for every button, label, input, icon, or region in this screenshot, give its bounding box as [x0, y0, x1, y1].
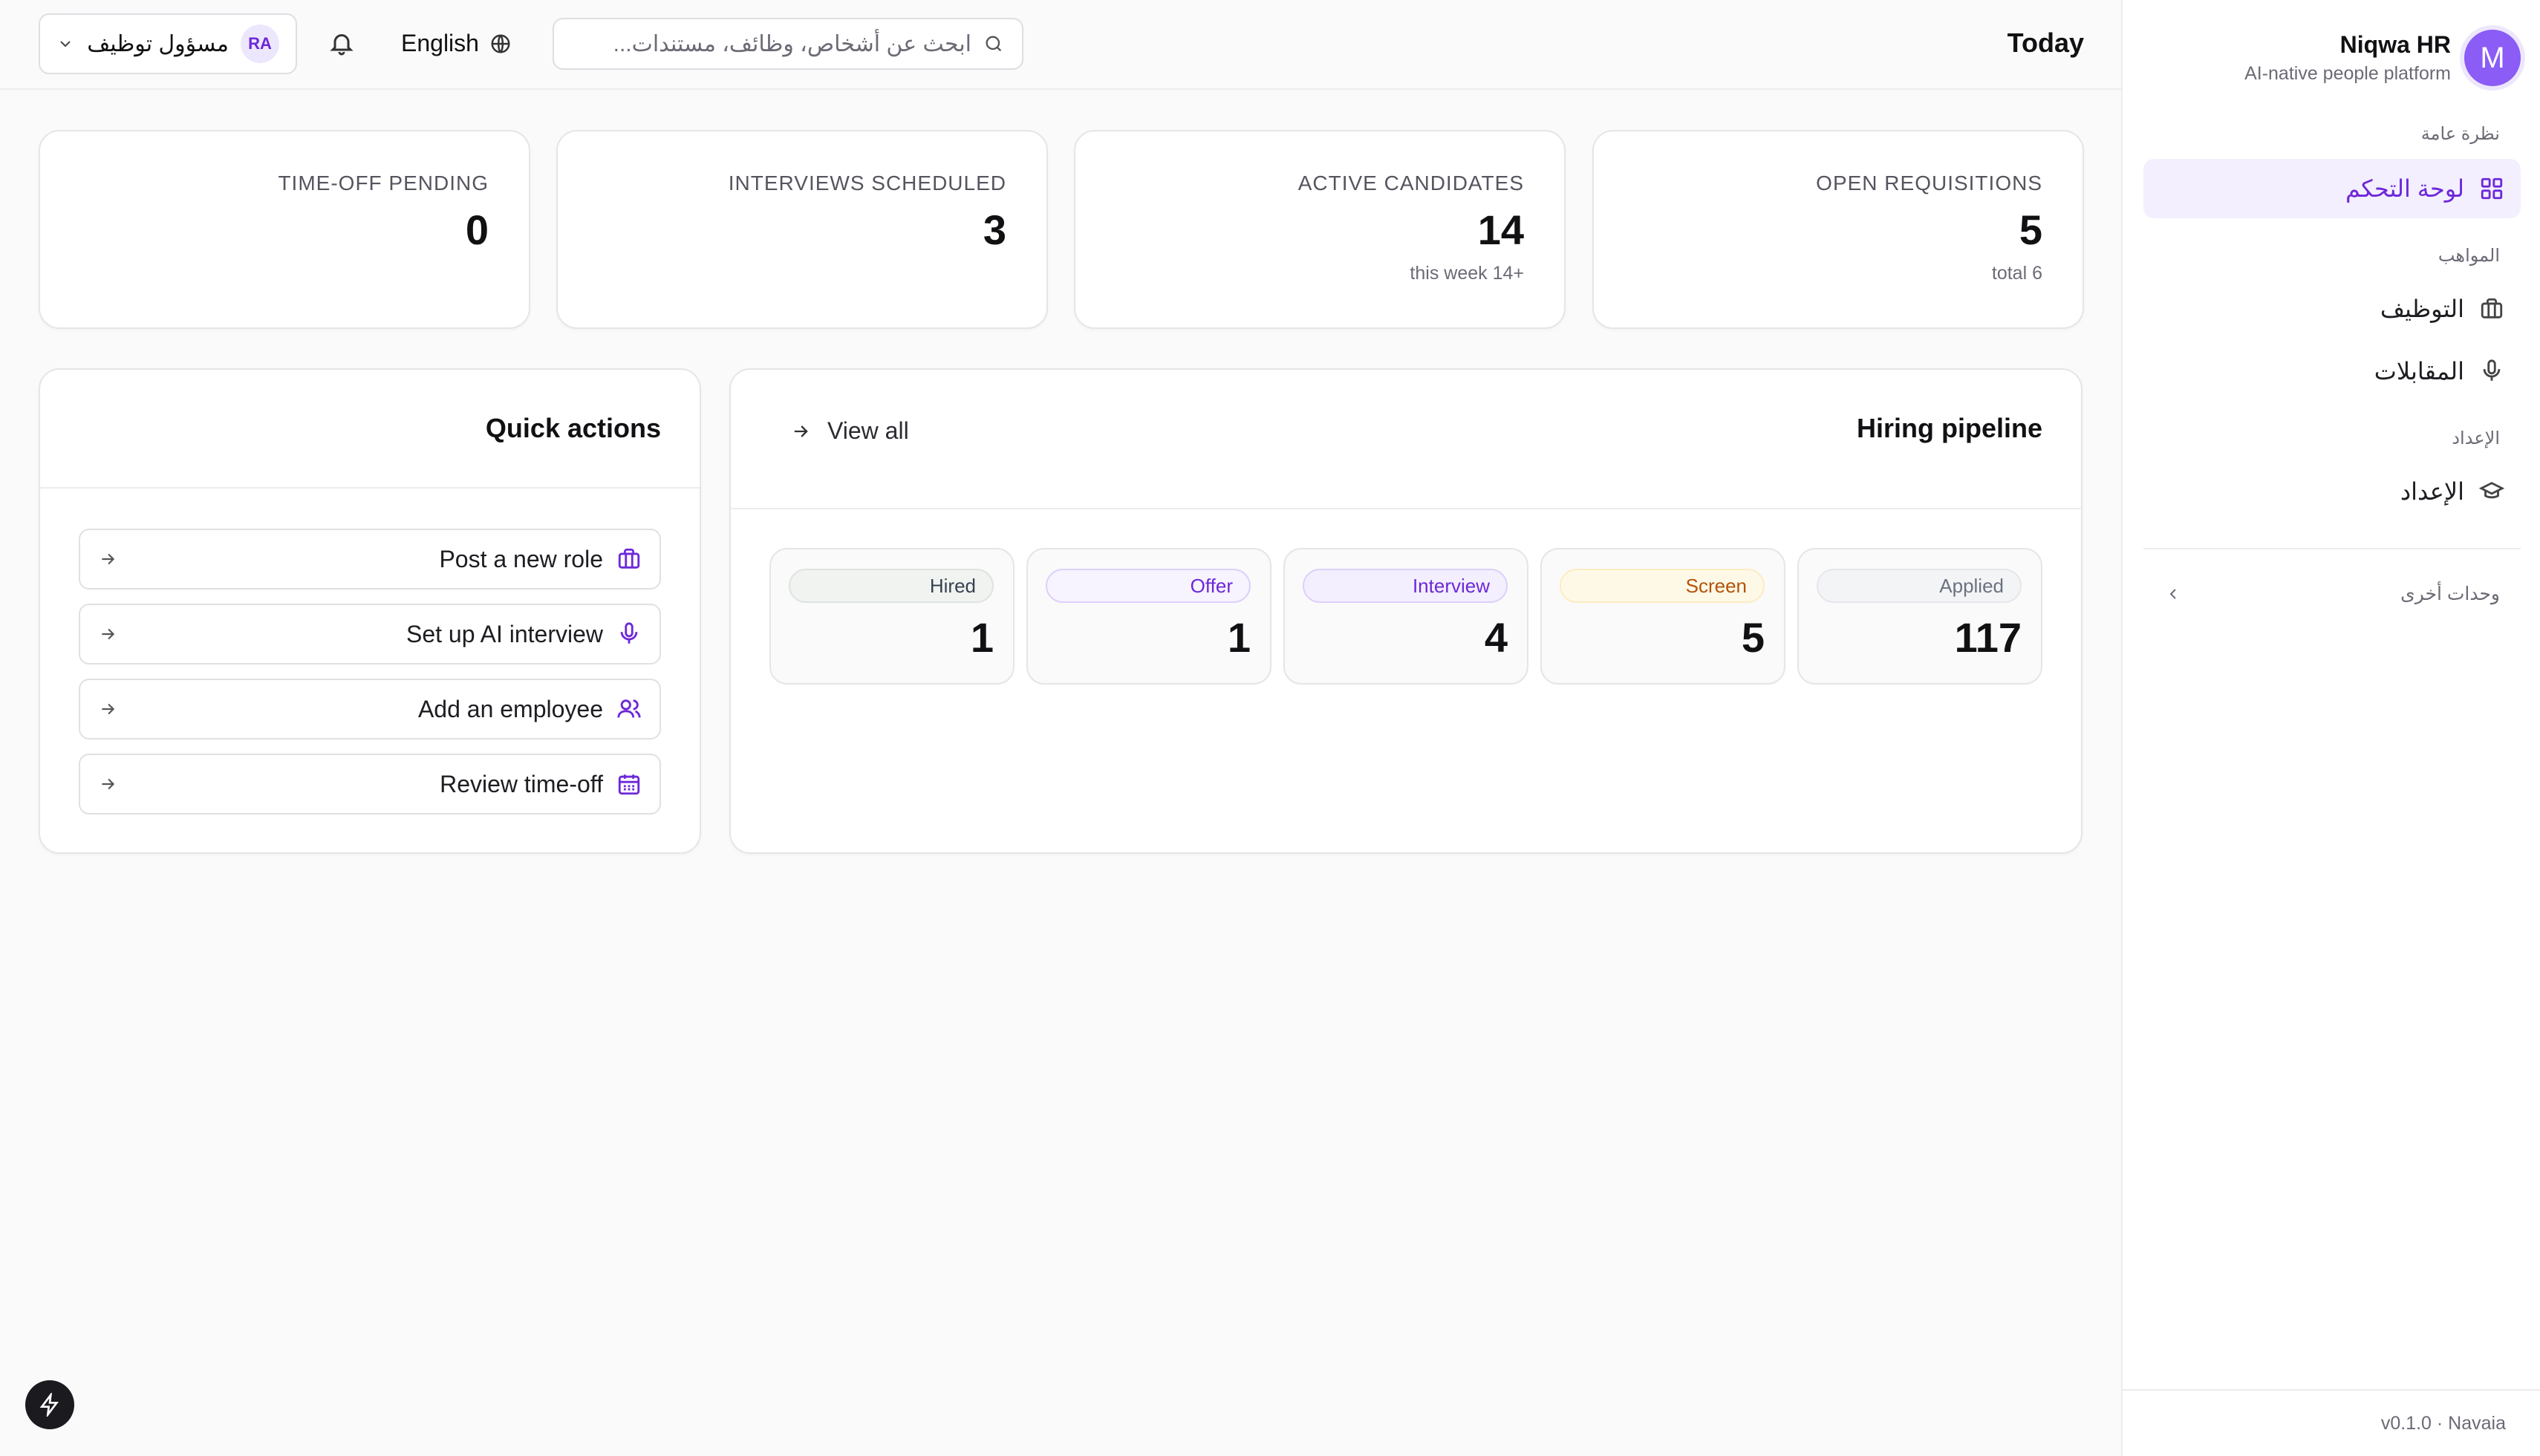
action-label: Set up AI interview	[406, 620, 603, 647]
user-role: مسؤول توظيف	[87, 31, 229, 56]
stat-label: OPEN REQUISITIONS	[1816, 172, 2042, 195]
arrow-right-icon	[102, 553, 115, 565]
avatar: RA	[241, 25, 279, 63]
language-switcher[interactable]: English	[401, 30, 512, 57]
sidebar: M Niqwa HR AI-native people platform نظر…	[2121, 0, 2540, 1456]
chevron-down-icon	[60, 41, 71, 48]
sidebar-divider	[2143, 548, 2521, 549]
language-label: English	[401, 30, 479, 56]
pipeline-stage-offer[interactable]: Offer 1	[1026, 548, 1271, 685]
stat-value: 14	[1477, 206, 1524, 253]
stat-label: ACTIVE CANDIDATES	[1297, 172, 1524, 195]
calendar-icon	[618, 774, 640, 795]
review-time-off-button[interactable]: Review time-off	[79, 754, 661, 814]
sidebar-item-dashboard[interactable]: لوحة التحكم	[2143, 159, 2521, 218]
user-menu[interactable]: RA مسؤول توظيف	[39, 13, 297, 74]
quick-actions-panel: Quick actions Post a new role Set up AI …	[39, 368, 701, 854]
search-placeholder: ابحث عن أشخاص، وظائف، مستندات...	[613, 31, 971, 56]
other-modules-label: وحدات أخرى	[2400, 584, 2500, 604]
stage-badge: Offer	[1046, 569, 1251, 603]
panel-title: Hiring pipeline	[1856, 413, 2042, 443]
pipeline-stage-screen[interactable]: Screen 5	[1540, 548, 1785, 685]
chevron-left-icon	[2169, 589, 2176, 599]
stat-card-interviews-scheduled[interactable]: INTERVIEWS SCHEDULED 3	[556, 130, 1048, 329]
grid-icon	[2481, 177, 2503, 200]
stage-badge: Screen	[1560, 569, 1765, 603]
stage-badge: Applied	[1817, 569, 2022, 603]
brand-tagline: AI-native people platform	[2244, 63, 2451, 84]
sidebar-section-setup: الإعداد	[2452, 428, 2500, 448]
sidebar-item-interviews[interactable]: المقابلات	[2143, 342, 2521, 401]
sidebar-section-overview: نظرة عامة	[2420, 124, 2500, 144]
stage-count: 5	[1741, 614, 1765, 661]
panel-title: Quick actions	[485, 413, 661, 443]
lightning-icon	[39, 1393, 59, 1417]
arrow-right-icon	[102, 778, 115, 790]
stat-card-active-candidates[interactable]: ACTIVE CANDIDATES 14 this week 14+	[1074, 130, 1566, 329]
panel-divider	[731, 508, 2081, 509]
stage-count: 1	[970, 614, 994, 661]
briefcase-icon	[618, 548, 640, 569]
stat-sub: this week 14+	[1410, 263, 1524, 284]
sidebar-section-talent: المواهب	[2438, 246, 2500, 266]
search-input[interactable]: ابحث عن أشخاص، وظائف، مستندات...	[553, 18, 1023, 70]
stat-label: TIME-OFF PENDING	[278, 172, 489, 195]
sidebar-item-label: التوظيف	[2380, 296, 2464, 322]
add-employee-button[interactable]: Add an employee	[79, 679, 661, 740]
brand[interactable]: M Niqwa HR AI-native people platform	[2244, 30, 2521, 86]
mic-icon	[2483, 359, 2501, 381]
post-new-role-button[interactable]: Post a new role	[79, 529, 661, 590]
brand-logo: M	[2464, 30, 2521, 86]
topbar: Today ابحث عن أشخاص، وظائف، مستندات... E…	[0, 0, 2121, 90]
stage-badge: Hired	[789, 569, 994, 603]
sidebar-item-label: المقابلات	[2374, 358, 2464, 385]
version-footer: v0.1.0 · Navaia	[2123, 1389, 2540, 1456]
globe-icon	[491, 34, 510, 53]
stage-count: 1	[1227, 614, 1251, 661]
stage-count: 117	[1954, 614, 2022, 661]
stat-card-time-off-pending[interactable]: TIME-OFF PENDING 0	[39, 130, 530, 329]
briefcase-icon	[2481, 298, 2503, 319]
bell-icon[interactable]	[328, 28, 355, 58]
stage-badge: Interview	[1303, 569, 1508, 603]
arrow-right-icon	[794, 425, 808, 437]
stat-value: 0	[465, 206, 489, 253]
graduation-cap-icon	[2479, 482, 2504, 499]
stage-count: 4	[1484, 614, 1508, 661]
sidebar-item-label: الإعداد	[2400, 478, 2464, 505]
hiring-pipeline-panel: Hiring pipeline View all Applied 117 Scree…	[729, 368, 2083, 854]
users-icon	[617, 699, 641, 718]
pipeline-stage-applied[interactable]: Applied 117	[1797, 548, 2042, 685]
quick-launch-button[interactable]	[25, 1380, 74, 1429]
stat-sub: total 6	[1991, 263, 2042, 284]
action-label: Review time-off	[440, 770, 603, 797]
arrow-right-icon	[102, 628, 115, 640]
sidebar-item-label: لوحة التحكم	[2345, 175, 2464, 202]
brand-name: Niqwa HR	[2339, 31, 2451, 58]
sidebar-item-onboarding[interactable]: الإعداد	[2143, 462, 2521, 521]
sidebar-item-recruiting[interactable]: التوظيف	[2143, 279, 2521, 339]
pipeline-stage-interview[interactable]: Interview 4	[1283, 548, 1528, 685]
view-all-label: View all	[827, 417, 909, 444]
action-label: Post a new role	[439, 545, 603, 572]
set-up-ai-interview-button[interactable]: Set up AI interview	[79, 604, 661, 665]
search-icon	[986, 36, 1002, 52]
panel-divider	[40, 487, 700, 489]
page-title: Today	[2007, 27, 2084, 58]
stat-value: 5	[2019, 206, 2042, 253]
action-label: Add an employee	[417, 695, 603, 722]
arrow-right-icon	[102, 703, 115, 715]
stat-card-open-requisitions[interactable]: OPEN REQUISITIONS 5 total 6	[1592, 130, 2084, 329]
stat-label: INTERVIEWS SCHEDULED	[728, 172, 1006, 195]
other-modules-toggle[interactable]: وحدات أخرى	[2143, 572, 2521, 616]
mic-icon	[620, 622, 638, 644]
view-all-link[interactable]: View all	[790, 417, 909, 445]
stat-value: 3	[983, 206, 1006, 253]
pipeline-stage-hired[interactable]: Hired 1	[769, 548, 1015, 685]
